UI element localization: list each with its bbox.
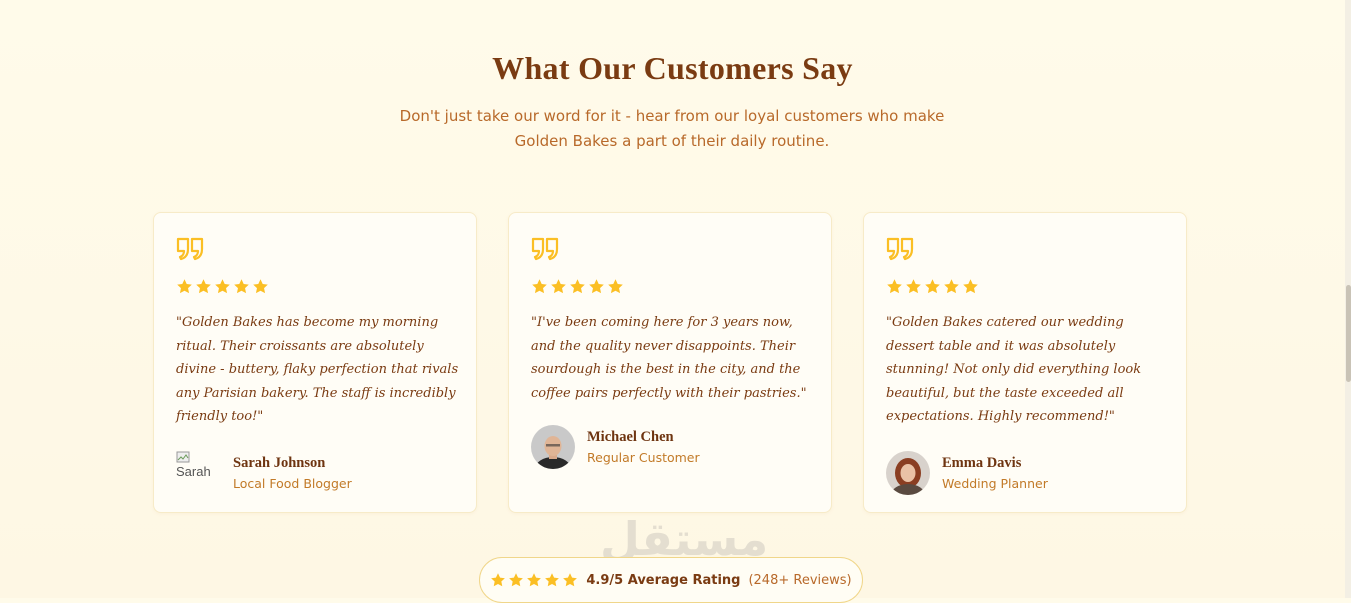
author-role: Local Food Blogger [233, 476, 352, 491]
star-icon [551, 279, 566, 294]
testimonial-card: "Golden Bakes has become my morning ritu… [153, 212, 477, 513]
section-title: What Our Customers Say [492, 50, 853, 86]
author-name: Emma Davis [942, 455, 1022, 471]
review-count: (248+ Reviews) [748, 572, 852, 588]
star-icon [589, 279, 604, 294]
star-icon [532, 279, 547, 294]
author-name: Michael Chen [587, 429, 674, 445]
star-icon [963, 279, 978, 294]
average-rating-text: 4.9/5 Average Rating [586, 572, 741, 588]
star-icon [253, 279, 268, 294]
star-icon [570, 279, 585, 294]
testimonial-card: "I've been coming here for 3 years now, … [508, 212, 832, 513]
star-icon [545, 573, 560, 587]
avatar [531, 425, 575, 469]
review-author: Michael Chen Regular Customer [531, 425, 700, 469]
quote-icon [886, 237, 914, 261]
star-icon [527, 573, 542, 587]
author-role: Wedding Planner [942, 476, 1048, 491]
star-icon [234, 279, 249, 294]
avatar-photo [531, 425, 575, 469]
avatar-alt-text: Sarah [176, 464, 211, 479]
star-icon [608, 279, 623, 294]
review-text: "I've been coming here for 3 years now, … [531, 315, 807, 401]
avatar-photo [886, 451, 930, 495]
star-rating [176, 278, 269, 295]
star-rating [490, 572, 578, 588]
star-icon [563, 573, 578, 587]
page-scrollbar[interactable] [1345, 0, 1351, 598]
star-icon [177, 279, 192, 294]
star-icon [887, 279, 902, 294]
review-text: "Golden Bakes catered our wedding desser… [886, 315, 1142, 424]
star-icon [906, 279, 921, 294]
quote-icon [176, 237, 204, 261]
star-icon [491, 573, 506, 587]
broken-image-icon [176, 451, 190, 463]
review-text: "Golden Bakes has become my morning ritu… [176, 315, 459, 424]
review-author: Emma Davis Wedding Planner [886, 451, 1048, 495]
testimonial-card: "Golden Bakes catered our wedding desser… [863, 212, 1187, 513]
average-rating-badge: 4.9/5 Average Rating (248+ Reviews) [479, 557, 863, 603]
scrollbar-thumb[interactable] [1346, 285, 1351, 382]
star-icon [944, 279, 959, 294]
author-name: Sarah Johnson [233, 455, 326, 471]
star-icon [925, 279, 940, 294]
author-role: Regular Customer [587, 450, 700, 465]
star-rating [531, 278, 624, 295]
avatar: Sarah [176, 451, 220, 495]
star-icon [509, 573, 524, 587]
quote-icon [531, 237, 559, 261]
star-rating [886, 278, 979, 295]
star-icon [215, 279, 230, 294]
section-subtitle: Don't just take our word for it - hear f… [399, 107, 945, 150]
avatar [886, 451, 930, 495]
star-icon [196, 279, 211, 294]
review-author: Sarah Sarah Johnson Local Food Blogger [176, 451, 352, 495]
